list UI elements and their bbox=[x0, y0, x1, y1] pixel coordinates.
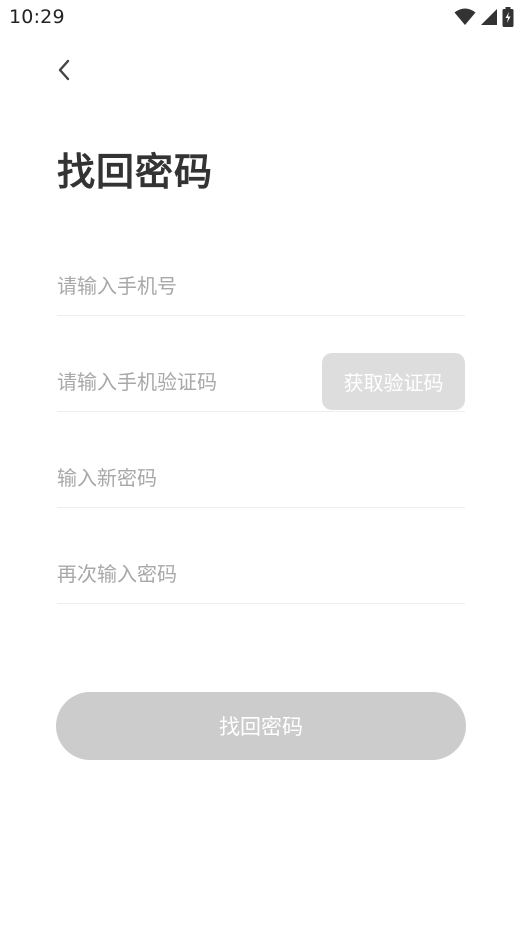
new-password-field bbox=[57, 448, 465, 508]
phone-input[interactable] bbox=[57, 256, 465, 315]
submit-button[interactable]: 找回密码 bbox=[56, 692, 466, 760]
back-button[interactable] bbox=[46, 52, 82, 92]
wifi-icon bbox=[454, 8, 476, 26]
new-password-input[interactable] bbox=[57, 448, 465, 507]
verification-code-input[interactable] bbox=[57, 352, 315, 411]
get-code-button[interactable]: 获取验证码 bbox=[322, 353, 465, 410]
status-icons bbox=[454, 7, 514, 27]
signal-icon bbox=[480, 8, 498, 26]
battery-charging-icon bbox=[502, 7, 514, 27]
page-title: 找回密码 bbox=[57, 150, 214, 194]
status-bar: 10:29 bbox=[0, 0, 522, 36]
confirm-password-field bbox=[57, 544, 465, 604]
find-password-screen: 10:29 找回密码 请输入手机号 请输入手机验证码 获取验证码 找回密码 bbox=[0, 0, 522, 929]
phone-field bbox=[57, 256, 465, 316]
status-time: 10:29 bbox=[9, 6, 65, 28]
chevron-left-icon bbox=[56, 58, 72, 86]
confirm-password-input[interactable] bbox=[57, 544, 465, 603]
